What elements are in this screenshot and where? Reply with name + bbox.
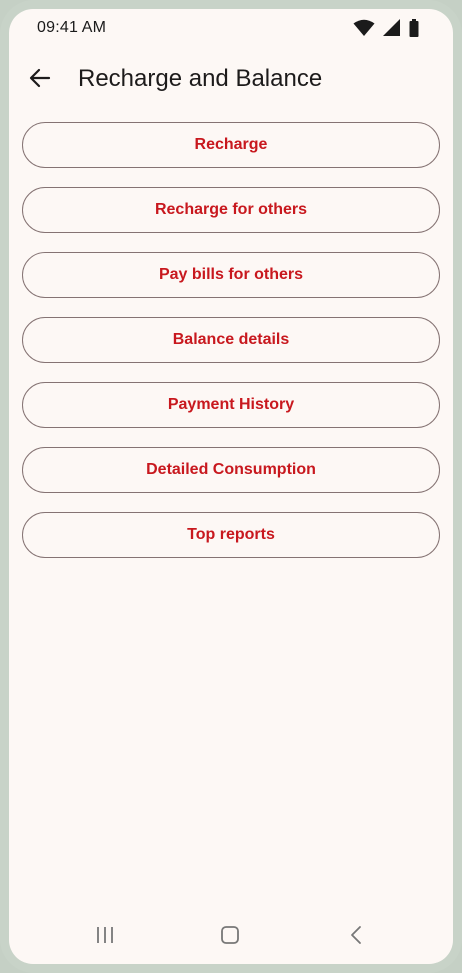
back-nav-button[interactable]: [345, 925, 369, 950]
battery-icon: [409, 19, 419, 37]
recharge-for-others-button[interactable]: Recharge for others: [22, 187, 440, 233]
home-button[interactable]: [218, 925, 242, 950]
system-nav-bar: [9, 914, 453, 958]
page-title: Recharge and Balance: [78, 65, 323, 92]
payment-history-button[interactable]: Payment History: [22, 382, 440, 428]
pay-bills-for-others-button[interactable]: Pay bills for others: [22, 252, 440, 298]
back-button[interactable]: [25, 65, 55, 95]
menu-list: Recharge Recharge for others Pay bills f…: [22, 122, 440, 577]
signal-icon: [383, 19, 401, 37]
back-nav-icon: [347, 925, 367, 950]
status-icons: [353, 19, 419, 37]
device-frame: 09:41 AM Recharge and Balance Recharge R…: [0, 0, 462, 973]
home-icon: [220, 925, 240, 950]
recent-apps-button[interactable]: [93, 926, 117, 948]
recent-apps-icon: [95, 925, 115, 950]
status-time: 09:41 AM: [37, 19, 107, 36]
app-bar: Recharge and Balance: [9, 53, 453, 103]
arrow-left-icon: [29, 67, 51, 94]
detailed-consumption-button[interactable]: Detailed Consumption: [22, 447, 440, 493]
screen: 09:41 AM Recharge and Balance Recharge R…: [9, 9, 453, 964]
status-bar: 09:41 AM: [9, 9, 453, 47]
top-reports-button[interactable]: Top reports: [22, 512, 440, 558]
recharge-button[interactable]: Recharge: [22, 122, 440, 168]
wifi-icon: [353, 19, 375, 37]
balance-details-button[interactable]: Balance details: [22, 317, 440, 363]
